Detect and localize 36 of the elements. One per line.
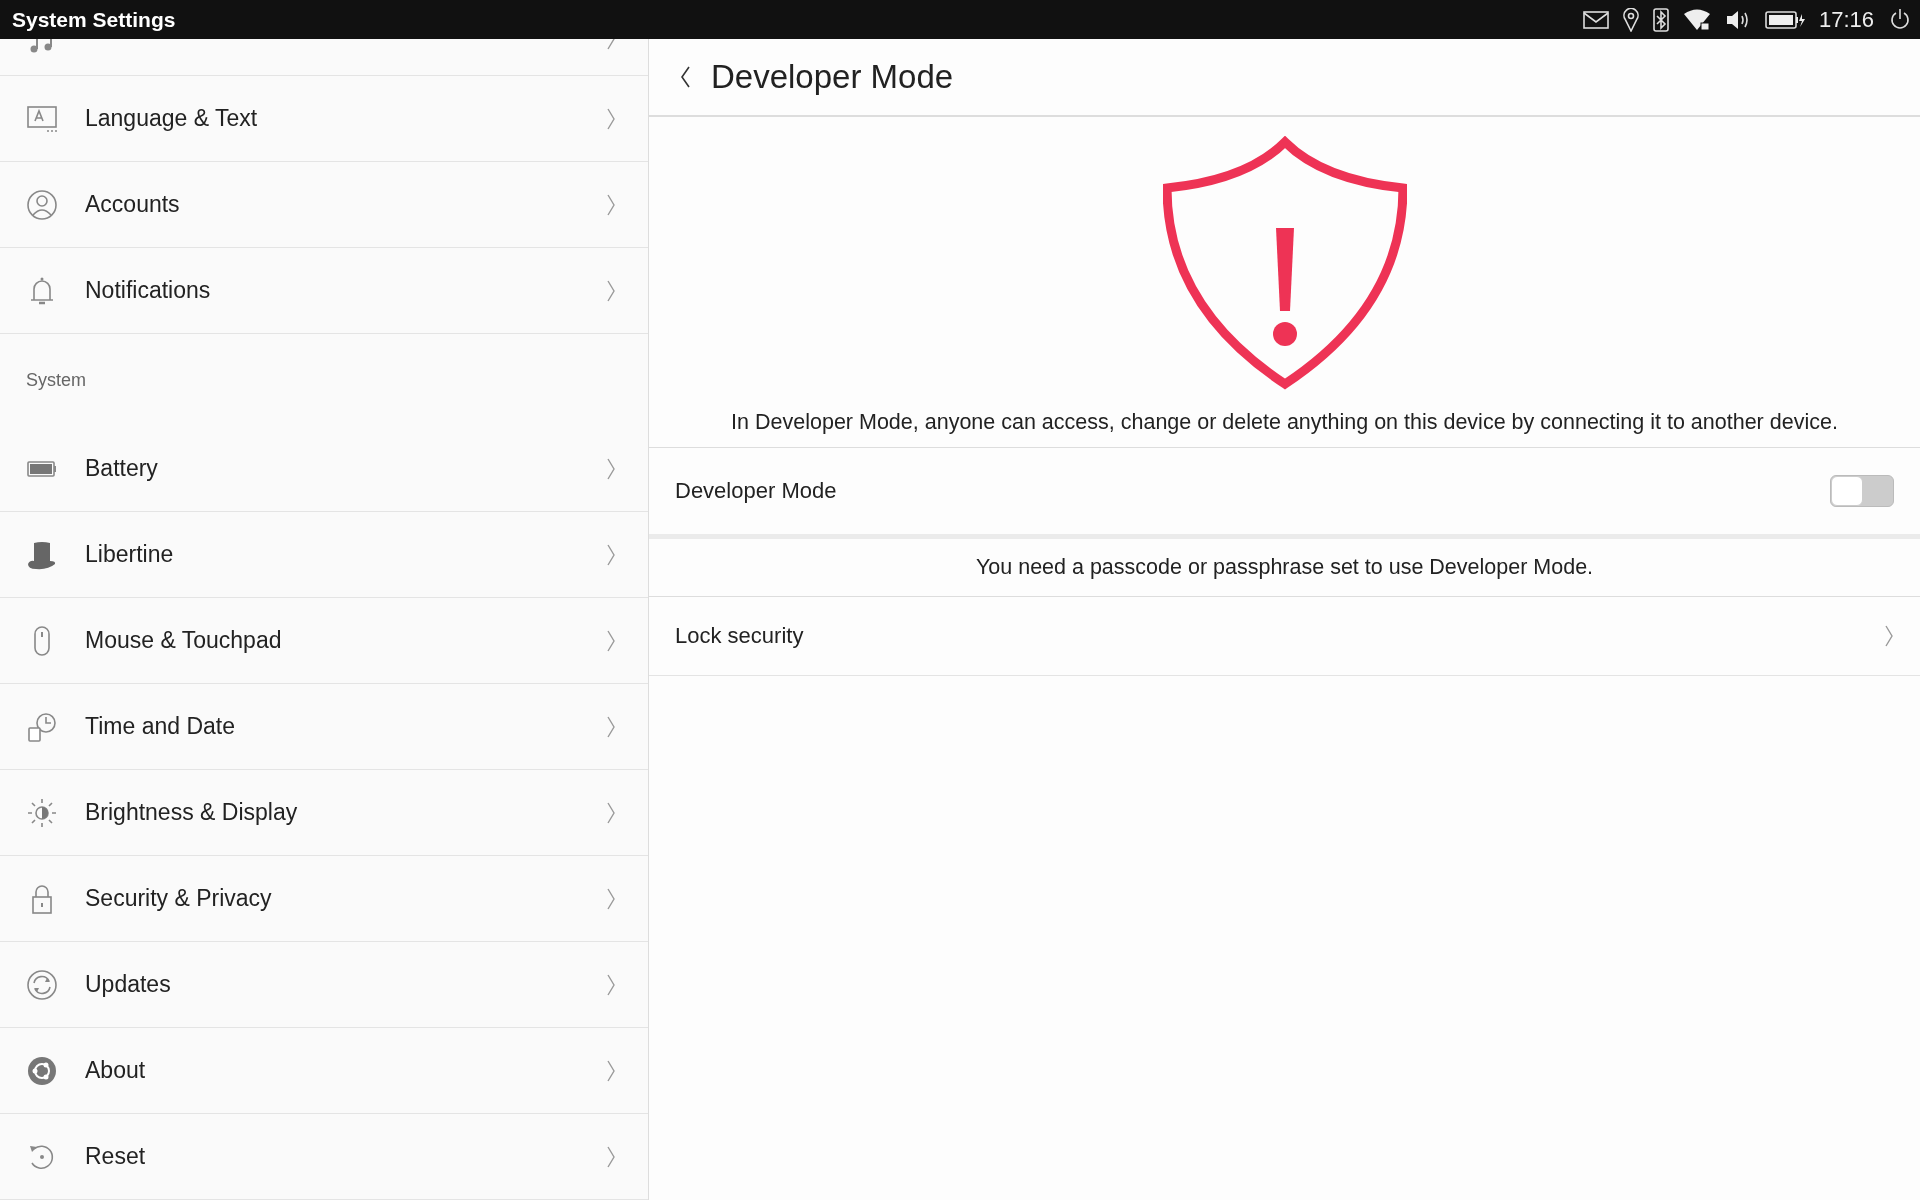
section-header: System — [26, 369, 86, 391]
info-text: You need a passcode or passphrase set to use Developer Mode. — [649, 539, 1920, 597]
clock-time: 17:16 — [1818, 6, 1874, 33]
location-pin-icon — [1622, 7, 1639, 32]
list-item[interactable]: Mouse & Touchpad — [0, 598, 648, 684]
volume-icon — [1724, 8, 1751, 31]
list-item[interactable]: Brightness & Display — [0, 770, 648, 856]
list-item[interactable]: Lock security — [649, 597, 1920, 676]
setting-label: Developer Mode — [675, 478, 837, 504]
app-title: System Settings — [12, 7, 176, 32]
page-title: Developer Mode — [711, 58, 954, 96]
list-item[interactable]: Time and Date — [0, 684, 648, 770]
brightness-icon — [26, 796, 58, 829]
list-item[interactable]: Updates — [0, 942, 648, 1028]
toggle-switch[interactable] — [1830, 475, 1894, 507]
clock-calendar-icon — [26, 710, 58, 743]
list-item[interactable]: Notifications — [0, 248, 648, 334]
list-item[interactable]: Language & Text — [0, 76, 648, 162]
list-item[interactable]: About — [0, 1028, 648, 1114]
refresh-icon — [26, 968, 58, 1001]
account-icon — [26, 188, 58, 221]
warning-text: In Developer Mode, anyone can access, change or delete anything on this device by connecting it to another device. — [649, 410, 1920, 448]
list-item[interactable]: Battery — [0, 426, 648, 512]
list-item[interactable]: Libertine — [0, 512, 648, 598]
mail-icon — [1582, 10, 1609, 29]
back-button[interactable] — [679, 65, 691, 89]
list-item[interactable] — [0, 39, 648, 76]
ubuntu-logo-icon — [26, 1054, 58, 1087]
list-item[interactable]: Accounts — [0, 162, 648, 248]
battery-charging-icon — [1764, 9, 1805, 30]
bluetooth-icon — [1652, 7, 1669, 32]
list-item[interactable]: Security & Privacy — [0, 856, 648, 942]
warning-shield-icon — [1162, 136, 1407, 390]
power-icon — [1888, 7, 1912, 32]
wifi-icon — [1682, 8, 1711, 31]
list-item[interactable]: Reset — [0, 1114, 648, 1200]
